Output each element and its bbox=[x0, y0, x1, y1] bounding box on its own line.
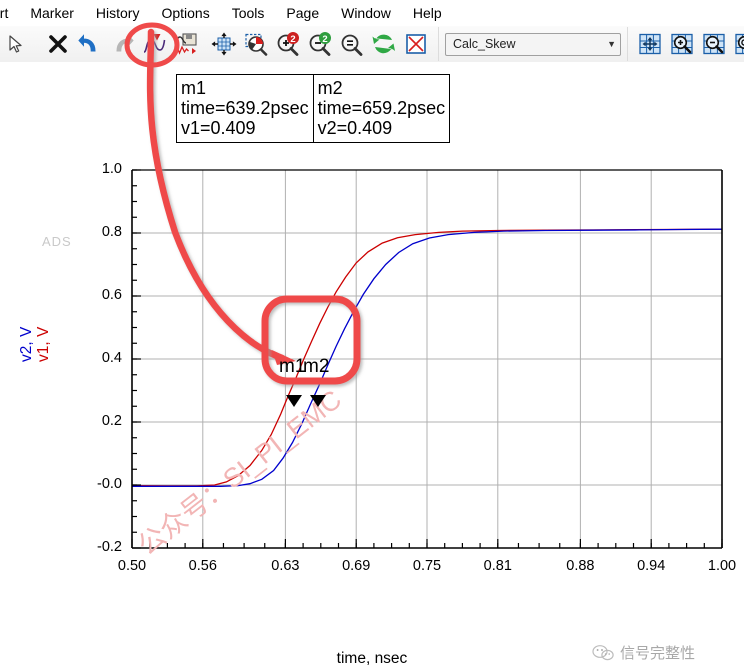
zoom-area-icon bbox=[245, 33, 268, 56]
redo-button[interactable] bbox=[106, 28, 138, 60]
grid-pan-button[interactable] bbox=[634, 28, 666, 60]
y-tick-label: -0.2 bbox=[97, 539, 122, 555]
grid-pan-icon bbox=[639, 33, 661, 55]
menu-tools[interactable]: Tools bbox=[221, 5, 276, 21]
x-tick-label: 0.56 bbox=[188, 558, 217, 574]
wechat-watermark: 信号完整性 bbox=[592, 642, 695, 663]
save-marker-icon bbox=[174, 33, 197, 55]
wechat-watermark-text: 信号完整性 bbox=[620, 645, 696, 662]
undo-button[interactable] bbox=[74, 28, 106, 60]
zoom-in-2-icon: 2 bbox=[277, 32, 299, 56]
grid-zoom-fit-button[interactable] bbox=[730, 28, 744, 60]
x-tick-label: 1.00 bbox=[707, 558, 737, 574]
delete-tool-button[interactable] bbox=[42, 28, 74, 60]
x-tick-label: 0.81 bbox=[483, 558, 512, 574]
zoom-equal-button[interactable] bbox=[336, 28, 368, 60]
dataset-combo[interactable]: Calc_Skew ▼ bbox=[445, 32, 621, 56]
dataset-combo-value: Calc_Skew bbox=[453, 37, 516, 51]
save-marker-button[interactable] bbox=[170, 28, 202, 60]
grid-zoom-in-icon bbox=[671, 33, 693, 55]
x-tick-label: 0.88 bbox=[566, 558, 595, 574]
plot-marker-m1-triangle-icon[interactable] bbox=[286, 395, 302, 407]
menu-history[interactable]: History bbox=[85, 5, 151, 21]
svg-text:2: 2 bbox=[322, 34, 327, 45]
chevron-down-icon: ▼ bbox=[607, 39, 616, 49]
x-tick-label: 0.63 bbox=[271, 558, 300, 574]
marker-m2-time: time=659.2psec bbox=[317, 98, 446, 119]
plot-marker-m2-triangle-icon[interactable] bbox=[310, 395, 326, 407]
marker-readout-m2: m2 time=659.2psec v2=0.409 bbox=[312, 75, 450, 143]
marker-readout-table: m1 time=639.2psec v1=0.409 m2 time=659.2… bbox=[176, 74, 451, 144]
svg-text:2: 2 bbox=[290, 34, 295, 45]
undo-icon bbox=[78, 34, 96, 52]
grid-zoom-out-button[interactable] bbox=[698, 28, 730, 60]
grid-zoom-out-icon bbox=[703, 33, 725, 55]
redo-icon bbox=[116, 34, 134, 52]
refresh-icon bbox=[372, 34, 395, 54]
x-tick-label: 0.75 bbox=[412, 558, 442, 574]
marker-m2-name: m2 bbox=[317, 78, 343, 98]
y-tick-label: 0.8 bbox=[101, 224, 122, 240]
wechat-icon bbox=[592, 644, 614, 660]
x-tick-label: 0.94 bbox=[637, 558, 666, 574]
delete-box-icon bbox=[406, 34, 426, 54]
menu-bar: ert Marker History Options Tools Page Wi… bbox=[0, 0, 744, 26]
refresh-button[interactable] bbox=[368, 28, 400, 60]
menu-window[interactable]: Window bbox=[330, 5, 402, 21]
marker-m1-value: v1=0.409 bbox=[181, 118, 256, 139]
pan-icon bbox=[211, 32, 237, 56]
grid-zoom-in-button[interactable] bbox=[666, 28, 698, 60]
y-tick-label: -0.0 bbox=[97, 476, 122, 492]
menu-help[interactable]: Help bbox=[402, 5, 453, 21]
zoom-out-2-button[interactable]: 2 bbox=[304, 28, 336, 60]
y-tick-label: 0.4 bbox=[101, 350, 122, 366]
menu-marker[interactable]: Marker bbox=[19, 5, 85, 21]
grid-zoom-fit-icon bbox=[735, 33, 744, 55]
marker-readout-m1: m1 time=639.2psec v1=0.409 bbox=[177, 75, 313, 142]
y-tick-label: 0.2 bbox=[101, 413, 122, 429]
toolbar: 2 2 Calc_Skew ▼ bbox=[0, 26, 744, 63]
dataset-panel: Calc_Skew ▼ bbox=[438, 27, 628, 61]
delete-box-button[interactable] bbox=[400, 28, 432, 60]
zoom-equal-icon bbox=[341, 34, 363, 56]
pointer-tool-button[interactable] bbox=[0, 28, 32, 60]
marker-m1-name: m1 bbox=[181, 78, 207, 98]
menu-options[interactable]: Options bbox=[150, 5, 220, 21]
zoom-area-button[interactable] bbox=[240, 28, 272, 60]
delete-x-icon bbox=[49, 35, 67, 53]
menu-insert[interactable]: ert bbox=[0, 5, 19, 21]
x-tick-label: 0.69 bbox=[342, 558, 371, 574]
y-tick-label: 1.0 bbox=[101, 161, 122, 177]
zoom-out-2-icon: 2 bbox=[309, 32, 331, 56]
plot-marker-glyphs bbox=[286, 395, 326, 407]
zoom-in-2-button[interactable]: 2 bbox=[272, 28, 304, 60]
x-tick-label: 0.50 bbox=[117, 558, 147, 574]
menu-page[interactable]: Page bbox=[275, 5, 330, 21]
pointer-icon bbox=[9, 35, 22, 53]
marker-m2-value: v2=0.409 bbox=[317, 118, 393, 139]
plot-area[interactable]: ADS 公众号：SI_PI_EMC v2, V v1, V time, nsec… bbox=[0, 28, 744, 667]
pan-button[interactable] bbox=[208, 28, 240, 60]
marker-m1-time: time=639.2psec bbox=[181, 98, 309, 119]
y-tick-label: 0.6 bbox=[101, 287, 122, 303]
